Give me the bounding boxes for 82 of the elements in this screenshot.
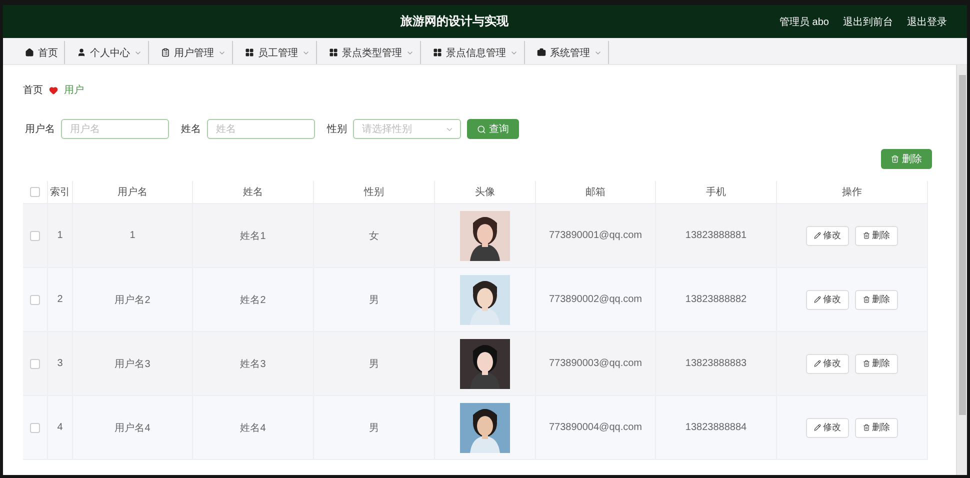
table-cell: 2 — [48, 268, 73, 332]
table-cell: 女 — [314, 204, 435, 268]
table-cell: 3 — [48, 332, 73, 396]
table-cell: 13823888883 — [656, 332, 777, 396]
nav-item[interactable]: 个人中心 — [65, 41, 149, 64]
nav-item[interactable]: 景点信息管理 — [421, 41, 525, 64]
checkbox[interactable] — [30, 187, 40, 197]
table-cell: 男 — [314, 268, 435, 332]
table-cell: 姓名4 — [193, 396, 314, 460]
input-field[interactable]: 姓名 — [207, 119, 315, 139]
nav-item[interactable]: 系统管理 — [525, 41, 609, 64]
trash-icon — [891, 155, 899, 163]
scrollbar[interactable] — [956, 65, 967, 475]
table-cell: 姓名1 — [193, 204, 314, 268]
column-header: 操作 — [777, 181, 928, 204]
header-link[interactable]: 退出登录 — [907, 14, 947, 28]
table-cell: 用户名4 — [73, 396, 193, 460]
delete-button[interactable]: 删除 — [855, 290, 898, 310]
trash-icon — [863, 424, 870, 431]
grid-icon — [433, 48, 442, 57]
edit-button[interactable]: 修改 — [806, 226, 849, 246]
breadcrumb-link[interactable]: 首页 — [23, 83, 43, 97]
trash-icon — [863, 232, 870, 239]
nav-item[interactable]: 景点类型管理 — [317, 41, 421, 64]
input-field[interactable]: 用户名 — [61, 119, 169, 139]
trash-icon — [863, 360, 870, 367]
grid-icon — [329, 48, 338, 57]
edit-button[interactable]: 修改 — [806, 290, 849, 310]
table-cell: 13823888884 — [656, 396, 777, 460]
field-label: 性别 — [327, 122, 347, 136]
column-header: 手机 — [656, 181, 777, 204]
table-cell: 13823888881 — [656, 204, 777, 268]
delete-button[interactable]: 删除 — [855, 354, 898, 374]
field-label: 姓名 — [181, 123, 201, 136]
column-header: 头像 — [435, 181, 536, 204]
table-cell: 用户名3 — [73, 332, 193, 396]
table-cell: 1 — [48, 204, 73, 268]
table-cell: 773890001@qq.com — [536, 204, 656, 268]
table-cell: 1 — [73, 204, 193, 268]
user-icon — [77, 48, 86, 57]
trash-icon — [863, 296, 870, 303]
pencil-icon — [814, 232, 821, 239]
column-header: 用户名 — [73, 181, 193, 204]
header-link[interactable]: 退出到前台 — [843, 14, 893, 28]
column-header: 索引 — [48, 181, 73, 204]
table-cell: 姓名2 — [193, 268, 314, 332]
table-cell: 13823888882 — [656, 268, 777, 332]
checkbox[interactable] — [30, 230, 40, 240]
nav-item[interactable]: 用户管理 — [149, 41, 233, 64]
pencil-icon — [814, 296, 821, 303]
pencil-icon — [814, 424, 821, 431]
briefcase-icon — [537, 48, 546, 57]
delete-button[interactable]: 删除 — [855, 226, 898, 246]
delete-button[interactable]: 删除 — [855, 418, 898, 438]
checkbox[interactable] — [30, 422, 40, 432]
site-title: 旅游网的设计与实现 — [399, 13, 510, 30]
column-header: 性别 — [314, 181, 435, 204]
edit-button[interactable]: 修改 — [806, 354, 849, 374]
table-cell: 用户名2 — [73, 268, 193, 332]
admin-name: 管理员 abo — [780, 16, 829, 28]
column-header: 姓名 — [193, 181, 314, 204]
heart-icon — [49, 86, 58, 94]
table-cell: 男 — [314, 396, 435, 460]
breadcrumb-current: 用户 — [64, 84, 84, 97]
checkbox[interactable] — [30, 358, 40, 368]
edit-button[interactable]: 修改 — [806, 418, 849, 438]
search-icon — [477, 124, 486, 134]
nav-item[interactable]: 首页 — [13, 41, 65, 64]
table-cell: 773890003@qq.com — [536, 332, 656, 396]
clipboard-icon — [161, 48, 170, 57]
table-cell: 4 — [48, 396, 73, 460]
checkbox[interactable] — [30, 294, 40, 304]
table-cell: 男 — [314, 332, 435, 396]
grid-icon — [245, 48, 254, 57]
nav-item[interactable]: 员工管理 — [233, 41, 317, 64]
table-cell: 姓名3 — [193, 332, 314, 396]
table-cell: 773890004@qq.com — [536, 396, 656, 460]
field-label: 用户名 — [25, 122, 55, 136]
pencil-icon — [814, 360, 821, 367]
column-header: 邮箱 — [536, 181, 656, 204]
home-icon — [25, 48, 34, 57]
table-cell: 773890002@qq.com — [536, 268, 656, 332]
